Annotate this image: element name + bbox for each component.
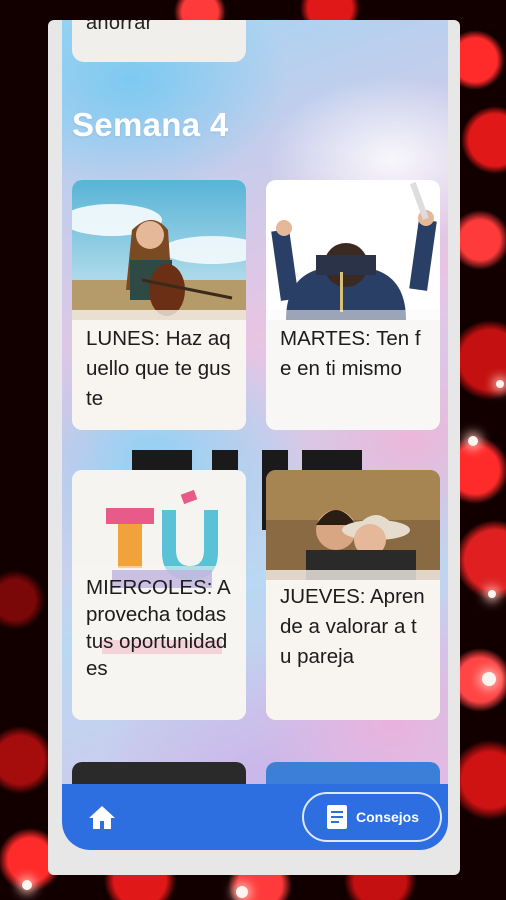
week-title: Semana 4 bbox=[72, 106, 229, 143]
card-label: JUEVES: Aprende a valorar a tu pareja bbox=[266, 570, 440, 720]
home-icon bbox=[89, 806, 115, 829]
previous-card-label: ahorrar bbox=[86, 20, 153, 34]
day-card-tuesday[interactable]: MARTES: Ten fe en ti mismo bbox=[266, 180, 440, 430]
sparkle bbox=[468, 436, 478, 446]
tips-label: Consejos bbox=[356, 809, 420, 825]
book-icon bbox=[327, 805, 347, 829]
sparkle bbox=[22, 880, 32, 890]
day-card-wednesday[interactable]: MIERCOLES: Aprovecha todas tus oportunid… bbox=[72, 470, 246, 720]
home-button[interactable] bbox=[86, 802, 118, 834]
sparkle bbox=[236, 886, 248, 898]
card-label: LUNES: Haz aquello que te guste bbox=[72, 310, 246, 430]
card-label: MIERCOLES: Aprovecha todas tus oportunid… bbox=[72, 566, 246, 720]
card-label: MARTES: Ten fe en ti mismo bbox=[266, 310, 440, 430]
cellist-photo bbox=[72, 180, 246, 320]
graduate-photo bbox=[266, 180, 440, 320]
day-card-thursday[interactable]: JUEVES: Aprende a valorar a tu pareja bbox=[266, 470, 440, 720]
tips-button[interactable]: Consejos bbox=[302, 792, 442, 842]
sparkle bbox=[488, 590, 496, 598]
bottom-navigation: Consejos bbox=[62, 784, 448, 850]
couple-photo bbox=[266, 470, 440, 580]
day-card-monday[interactable]: LUNES: Haz aquello que te guste bbox=[72, 180, 246, 430]
app-screen: ahorrar Semana 4 LUNES: Haz aquello que … bbox=[62, 20, 448, 850]
sparkle bbox=[482, 672, 496, 686]
sparkle bbox=[496, 380, 504, 388]
previous-card[interactable]: ahorrar bbox=[72, 20, 246, 62]
